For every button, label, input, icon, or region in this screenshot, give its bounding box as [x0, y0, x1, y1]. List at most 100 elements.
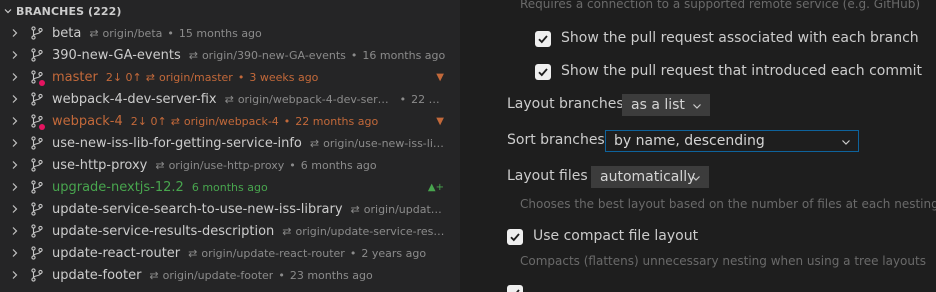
sync-arrows-icon: ⇄: [170, 114, 180, 128]
branch-row[interactable]: update-service-search-to-use-new-iss-lib…: [0, 198, 460, 220]
upstream-branch: origin/update-service-results-...: [295, 224, 447, 238]
branch-row[interactable]: use-http-proxy ⇄ origin/use-http-proxy • 6 m…: [0, 154, 460, 176]
git-branch-icon: [29, 223, 45, 239]
sync-arrows-icon: ⇄: [145, 70, 155, 84]
sync-arrows-icon: ⇄: [188, 246, 198, 260]
layout-branches-dropdown[interactable]: as a list: [622, 94, 710, 116]
check-icon: [538, 68, 548, 77]
chevron-right-icon[interactable]: [9, 71, 21, 83]
branch-row[interactable]: webpack-4-dev-server-fix ⇄ origin/webpack-…: [0, 88, 460, 110]
branch-content: update-react-router ⇄ origin/update-react-…: [52, 242, 446, 264]
chevron-right-icon[interactable]: [9, 137, 21, 149]
upstream-branch: origin/update-react-router: [201, 246, 345, 260]
git-branch-icon: [29, 157, 45, 173]
chevron-right-icon[interactable]: [9, 93, 21, 105]
layout-files-dropdown[interactable]: automatically: [591, 166, 709, 188]
chevron-right-icon[interactable]: [9, 181, 21, 193]
sync-arrows-icon: ⇄: [89, 26, 99, 40]
branch-name: update-service-results-description: [52, 223, 275, 239]
last-commit-time: 6 months ago: [191, 180, 268, 194]
chevron-right-icon[interactable]: [9, 247, 21, 259]
branch-content: webpack-4-dev-server-fix ⇄ origin/webpack-…: [52, 88, 446, 110]
branch-content: use-http-proxy ⇄ origin/use-http-proxy • 6 m…: [52, 154, 446, 176]
branch-description: ⇄origin/update-service-results-...: [282, 225, 446, 238]
last-commit-time: 3 weeks ago: [249, 70, 319, 84]
chevron-right-icon[interactable]: [9, 269, 21, 281]
sync-arrows-icon: ⇄: [155, 158, 165, 172]
layout-files-value: automatically: [600, 169, 696, 185]
branch-name: 390-new-GA-events: [52, 47, 181, 63]
next-setting-checkbox[interactable]: [507, 285, 523, 292]
modified-dot-icon: [39, 80, 45, 86]
last-commit-time: 23 months ago: [289, 268, 373, 282]
check-icon: [516, 289, 520, 292]
branch-name: beta: [52, 25, 82, 41]
branch-row[interactable]: beta ⇄ origin/beta • 15 months ago: [0, 22, 460, 44]
branch-row[interactable]: webpack-4 2↓ 0↑ ⇄ origin/webpack-4 • 22 month…: [0, 110, 460, 132]
branch-name: webpack-4: [52, 113, 123, 129]
last-commit-time: 22 months ago: [295, 114, 379, 128]
chevron-right-icon[interactable]: [9, 159, 21, 171]
branch-row[interactable]: use-new-iss-lib-for-getting-service-info…: [0, 132, 460, 154]
branch-description: ⇄ origin/update-react-router • 2 years ago: [188, 247, 426, 260]
chevron-right-icon[interactable]: [9, 203, 21, 215]
separator-dot: •: [237, 70, 245, 84]
branch-row[interactable]: update-react-router ⇄ origin/update-react-…: [0, 242, 460, 264]
upstream-branch: origin/use-new-iss-lib-for...: [323, 136, 446, 150]
layout-files-label: Layout files: [507, 168, 588, 184]
git-branch-icon: [29, 179, 45, 195]
layout-branches-value: as a list: [631, 97, 685, 113]
chevron-right-icon[interactable]: [9, 27, 21, 39]
branch-status-decoration-icon: ▼: [436, 115, 444, 127]
panel-divider[interactable]: [460, 0, 480, 292]
ahead-behind-status: 2↓ 0↑: [105, 70, 142, 84]
sort-branches-dropdown[interactable]: by name, descending: [605, 130, 859, 152]
branch-name: update-footer: [52, 267, 142, 283]
branch-description: 6 months ago: [192, 181, 268, 194]
compact-layout-label: Use compact file layout: [533, 228, 699, 244]
branch-description: ⇄ origin/update-footer • 23 months ago: [149, 269, 372, 282]
upstream-branch: origin/update-footer: [162, 268, 274, 282]
pr-branch-checkbox[interactable]: [535, 31, 551, 47]
chevron-right-icon[interactable]: [9, 115, 21, 127]
branch-row[interactable]: upgrade-nextjs-12.2 6 months ago ▲+: [0, 176, 460, 198]
branch-name: use-new-iss-lib-for-getting-service-info: [52, 135, 302, 151]
separator-dot: •: [399, 92, 407, 106]
branch-name: use-http-proxy: [52, 157, 148, 173]
upstream-branch: origin/beta: [102, 26, 163, 40]
branch-status-decoration-icon: ▼: [436, 71, 444, 83]
branch-description: ⇄ origin/use-http-proxy • 6 months ago: [155, 159, 376, 172]
modified-dot-icon: [39, 124, 45, 130]
branch-name: upgrade-nextjs-12.2: [52, 179, 184, 195]
branch-row[interactable]: update-service-results-description ⇄ origi…: [0, 220, 460, 242]
branch-row[interactable]: 390-new-GA-events ⇄ origin/390-new-GA-even…: [0, 44, 460, 66]
sync-arrows-icon: ⇄: [224, 92, 234, 106]
separator-dot: •: [167, 26, 174, 40]
last-commit-time: 15 months ago: [178, 26, 262, 40]
upstream-branch: origin/update-serv...: [363, 202, 446, 216]
branch-row[interactable]: master 2↓ 0↑ ⇄ origin/master • 3 weeks ago ▼: [0, 66, 460, 88]
pr-commit-label: Show the pull request that introduced ea…: [561, 63, 922, 79]
branch-content: master 2↓ 0↑ ⇄ origin/master • 3 weeks ago: [52, 66, 446, 88]
git-branch-icon: [29, 201, 45, 217]
separator-dot: •: [283, 114, 291, 128]
remote-service-description: Requires a connection to a supported rem…: [520, 0, 921, 11]
separator-dot: •: [349, 246, 357, 260]
chevron-right-icon[interactable]: [9, 225, 21, 237]
git-branch-icon: [29, 91, 45, 107]
sync-arrows-icon: ⇄: [282, 224, 292, 238]
branch-description: ⇄ origin/390-new-GA-events • 16 months ago: [189, 49, 446, 62]
pr-commit-checkbox[interactable]: [535, 64, 551, 80]
branch-description: ⇄origin/webpack-4-dev-server-fix • 22 m...: [225, 93, 446, 106]
pr-branch-label: Show the pull request associated with ea…: [561, 30, 919, 46]
sync-arrows-icon: ⇄: [350, 202, 360, 216]
compact-layout-checkbox[interactable]: [507, 229, 523, 245]
branches-section-header[interactable]: BRANCHES (222): [0, 3, 460, 19]
branch-description: ⇄origin/use-new-iss-lib-for...: [310, 137, 446, 150]
upstream-branch: origin/webpack-4: [183, 114, 279, 128]
sync-arrows-icon: ⇄: [309, 136, 320, 150]
git-branch-icon: [29, 135, 45, 151]
branch-row[interactable]: update-footer ⇄ origin/update-footer • 23 mo…: [0, 264, 460, 286]
branch-description: ⇄origin/update-serv...: [351, 203, 446, 216]
chevron-right-icon[interactable]: [9, 49, 21, 61]
